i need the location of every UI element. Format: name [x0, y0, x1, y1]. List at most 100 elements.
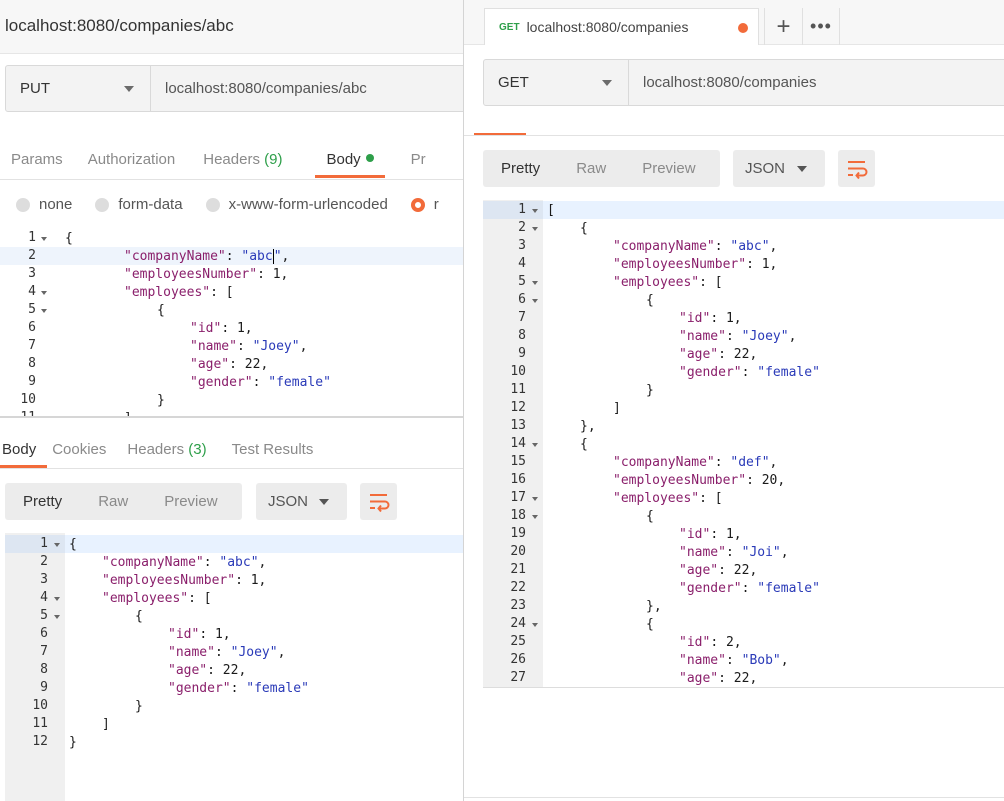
request-body-editor[interactable]: 1 2 3 4 5 6 7 8 9 10 11 { "companyName":… — [0, 229, 463, 416]
fold-arrow-icon[interactable] — [41, 309, 47, 313]
code-line: "name": "Bob", — [679, 653, 789, 668]
code-line: "employees": [ — [102, 591, 212, 606]
preview-button[interactable]: Preview — [146, 493, 235, 510]
fold-arrow-icon[interactable] — [532, 515, 538, 519]
more-tabs-button[interactable]: ••• — [802, 8, 840, 45]
code-line: { — [580, 221, 588, 236]
line-number: 23 — [510, 598, 526, 613]
fold-arrow-icon[interactable] — [41, 291, 47, 295]
resp-headers-count: (3) — [188, 441, 207, 458]
fold-arrow-icon[interactable] — [54, 543, 60, 547]
code-line: "companyName": "abc", — [613, 239, 778, 254]
line-number: 8 — [40, 662, 48, 677]
resp-tab-cookies[interactable]: Cookies — [52, 441, 106, 468]
tab-authorization[interactable]: Authorization — [88, 151, 176, 178]
tab-body-label: Body — [326, 151, 361, 168]
tab-body[interactable]: Body — [315, 151, 385, 178]
response-tabs: Body Cookies Headers (3) Test Results — [0, 440, 338, 468]
fold-arrow-icon[interactable] — [532, 497, 538, 501]
code-line: "employeesNumber": 1, — [613, 257, 778, 272]
method-label: PUT — [20, 80, 50, 97]
new-tab-button[interactable]: + — [764, 8, 802, 45]
response-body-editor[interactable]: 1 2 3 4 5 6 7 8 9 10 11 12 { "companyNam… — [5, 533, 463, 801]
tabs-divider — [0, 179, 463, 180]
format-select[interactable]: JSON — [256, 483, 347, 520]
fold-arrow-icon[interactable] — [532, 299, 538, 303]
wrap-lines-button[interactable] — [838, 150, 875, 187]
view-mode-group: Pretty Raw Preview — [483, 150, 720, 187]
chevron-down-icon — [124, 86, 134, 92]
pretty-button[interactable]: Pretty — [483, 160, 558, 177]
code-line: "employees": [ — [124, 285, 234, 300]
fold-arrow-icon[interactable] — [54, 597, 60, 601]
line-number: 14 — [510, 436, 526, 451]
code-line: "age": 22, — [168, 663, 247, 678]
line-number: 18 — [510, 508, 526, 523]
request-title-bar: localhost:8080/companies/abc — [0, 0, 463, 54]
radio-urlencoded[interactable]: x-www-form-urlencoded — [205, 196, 388, 213]
code-line: "gender": "female" — [679, 365, 820, 380]
resp-tab-headers[interactable]: Headers (3) — [127, 441, 206, 468]
view-mode-group: Pretty Raw Preview — [5, 483, 242, 520]
method-select[interactable]: GET — [484, 60, 629, 105]
line-number: 4 — [28, 284, 36, 299]
preview-button[interactable]: Preview — [624, 160, 713, 177]
code-line: { — [135, 609, 143, 624]
request-tab[interactable]: GET localhost:8080/companies — [484, 8, 759, 45]
resp-tab-body[interactable]: Body — [0, 441, 48, 468]
url-input[interactable]: localhost:8080/companies — [629, 60, 1004, 105]
line-number: 2 — [40, 554, 48, 569]
fold-arrow-icon[interactable] — [532, 623, 538, 627]
line-number: 9 — [40, 680, 48, 695]
line-number: 20 — [510, 544, 526, 559]
pretty-button[interactable]: Pretty — [5, 493, 80, 510]
fold-arrow-icon[interactable] — [532, 227, 538, 231]
code-line: { — [69, 537, 77, 552]
raw-button[interactable]: Raw — [558, 160, 624, 177]
code-line: ] — [613, 401, 621, 416]
line-number: 4 — [40, 590, 48, 605]
tab-pre-request[interactable]: Pr — [411, 151, 426, 178]
radio-urlencoded-label: x-www-form-urlencoded — [228, 196, 388, 213]
method-select[interactable]: PUT — [6, 66, 151, 111]
radio-none[interactable]: none — [16, 196, 72, 213]
code-line: "gender": "female" — [168, 681, 309, 696]
code-line: }, — [580, 419, 596, 434]
radio-raw[interactable]: r — [410, 196, 439, 213]
raw-button[interactable]: Raw — [80, 493, 146, 510]
radio-form-data[interactable]: form-data — [95, 196, 183, 213]
resp-tab-test-results[interactable]: Test Results — [232, 441, 314, 468]
format-select[interactable]: JSON — [733, 150, 825, 187]
format-label: JSON — [745, 160, 786, 177]
tab-method-badge: GET — [499, 21, 520, 33]
code-line: [ — [547, 203, 555, 218]
fold-arrow-icon[interactable] — [532, 443, 538, 447]
wrap-lines-button[interactable] — [360, 483, 397, 520]
code-line: "companyName": "abc", — [102, 555, 267, 570]
pane-splitter[interactable] — [0, 416, 463, 418]
tab-headers[interactable]: Headers (9) — [203, 151, 282, 178]
fold-arrow-icon[interactable] — [532, 281, 538, 285]
line-number: 1 — [518, 202, 526, 217]
line-number: 8 — [518, 328, 526, 343]
fold-arrow-icon[interactable] — [41, 237, 47, 241]
chevron-down-icon — [319, 499, 329, 505]
fold-arrow-icon[interactable] — [54, 615, 60, 619]
line-number: 7 — [518, 310, 526, 325]
format-label: JSON — [268, 493, 309, 510]
url-input[interactable]: localhost:8080/companies/abc — [151, 66, 463, 111]
code-line: "age": 22, — [679, 671, 758, 686]
fold-arrow-icon[interactable] — [532, 209, 538, 213]
radio-circle — [95, 197, 110, 212]
line-number: 4 — [518, 256, 526, 271]
code-line: "id": 1, — [679, 311, 742, 326]
active-line-highlight — [543, 201, 1004, 219]
wrap-lines-icon — [370, 494, 390, 513]
code-line: } — [157, 393, 165, 408]
wrap-lines-icon — [848, 161, 868, 180]
tab-params[interactable]: Params — [11, 151, 63, 178]
response-body-editor[interactable]: 1 2 3 4 5 6 7 8 9 10 11 12 13 14 15 16 1… — [483, 200, 1004, 688]
line-number: 2 — [518, 220, 526, 235]
body-mode-radios: none form-data x-www-form-urlencoded r — [16, 196, 462, 213]
code-line: "employees": [ — [613, 275, 723, 290]
